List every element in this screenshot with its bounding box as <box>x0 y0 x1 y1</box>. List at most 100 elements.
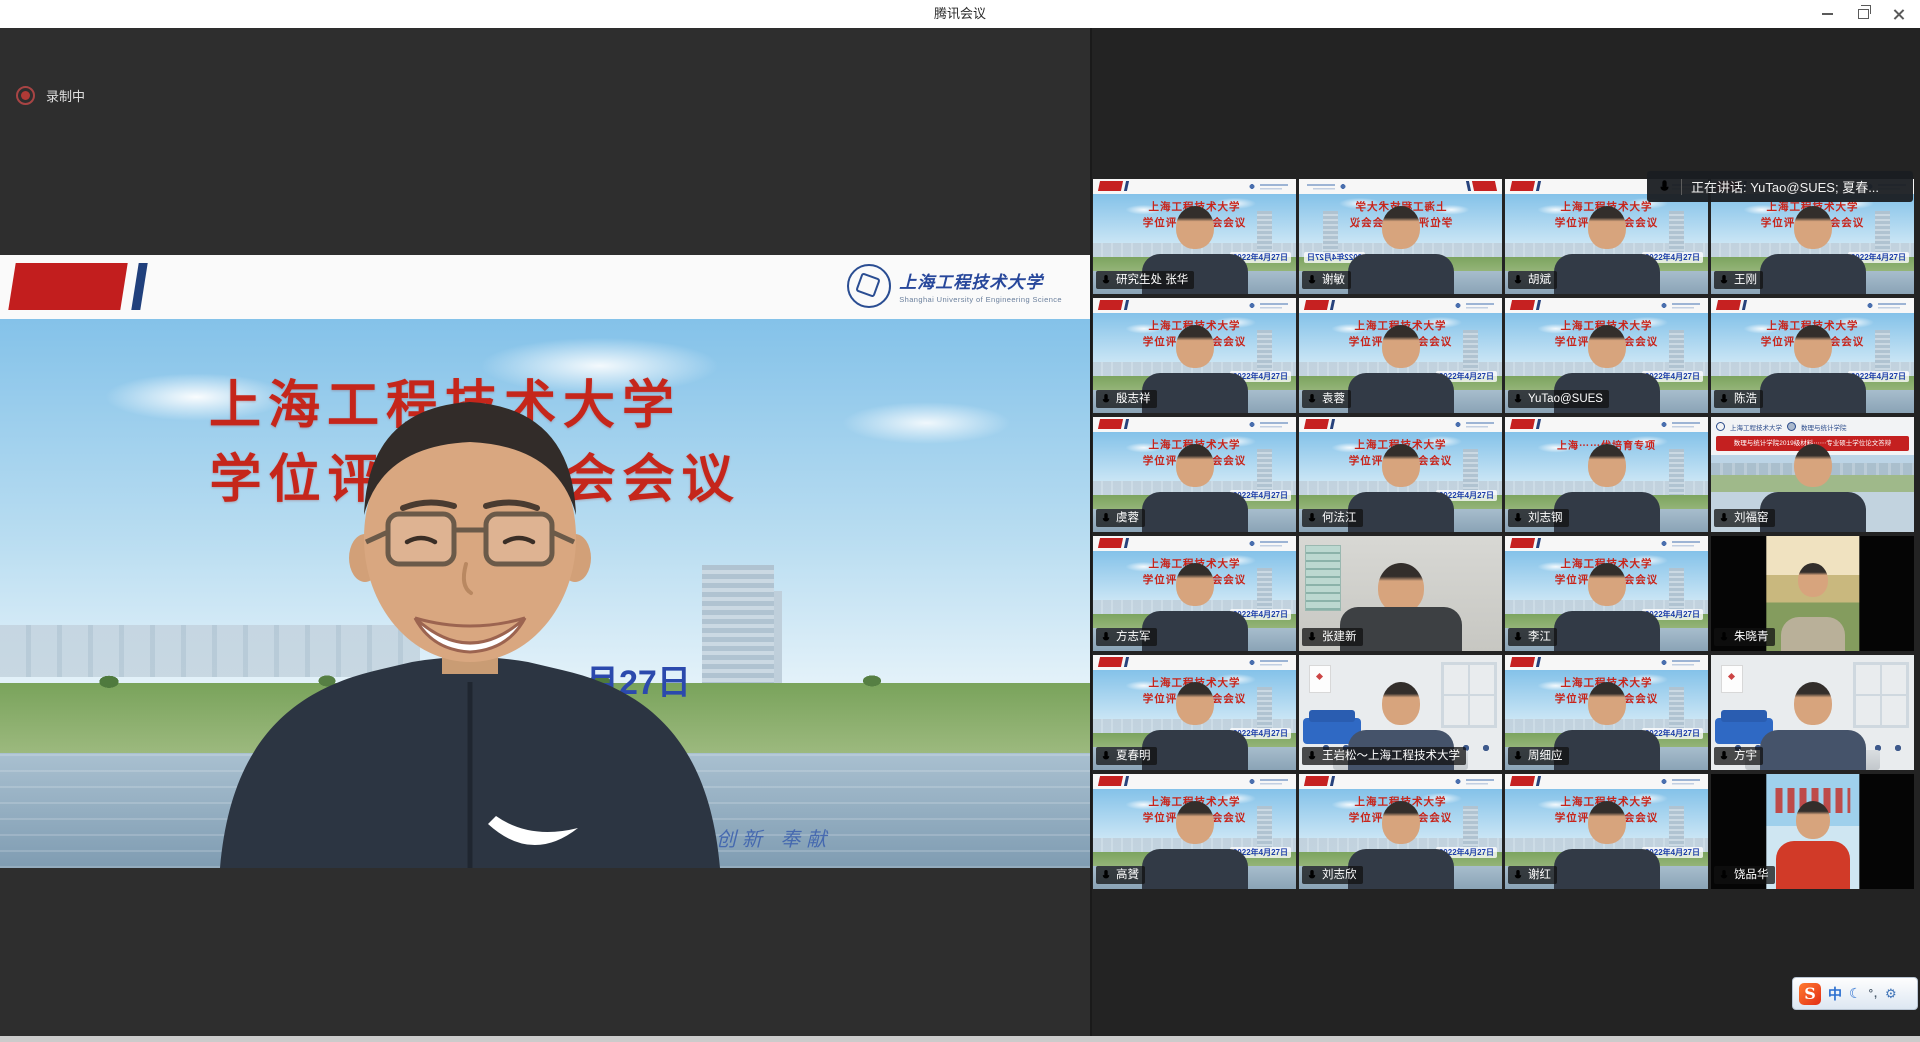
slide-crest-decoration <box>1247 182 1291 191</box>
slide-flag-decoration <box>1098 776 1123 786</box>
recording-dot-icon <box>16 86 35 105</box>
mic-muted-icon <box>1657 179 1672 194</box>
participant-tile[interactable]: 上海工程技术大学 学位评定委员会会议 2022年4月27日 上海工程技术大学数理… <box>1711 417 1914 532</box>
tencent-meeting-window: 腾讯会议 录制中 上海工程技术大学 <box>0 0 1920 1042</box>
recording-indicator[interactable]: 录制中 <box>16 86 85 105</box>
mic-status-icon <box>1718 274 1730 286</box>
participant-tile[interactable]: 上海工程技术大学 学位评定委员会会议 2022年4月27日 上海工程技术大学数理… <box>1711 774 1914 889</box>
participant-nametag: 饶品华 <box>1714 866 1775 884</box>
slide-flag-decoration <box>1510 538 1535 548</box>
participant-nametag: 朱晓青 <box>1714 628 1775 646</box>
participant-tile[interactable]: 上海工程技术大学 学位评定委员会会议 2022年4月27日 上海工程技术大学数理… <box>1711 536 1914 651</box>
participant-nametag: 研究生处 张华 <box>1096 271 1194 289</box>
participant-name: 刘志钢 <box>1528 511 1563 525</box>
main-stage-panel: 录制中 上海工程技术大学 Shanghai University of Engi… <box>0 28 1090 1042</box>
main-video[interactable]: 上海工程技术大学 Shanghai University of Engineer… <box>0 255 1090 868</box>
mic-status-icon <box>1512 631 1524 643</box>
recording-label: 录制中 <box>46 86 85 105</box>
participant-tile[interactable]: 上海工程技术大学 学位评定委员会会议 2022年4月27日 上海工程技术大学数理… <box>1093 655 1296 770</box>
participant-name: 方志军 <box>1116 630 1151 644</box>
participant-tile[interactable]: 上海工程技术大学 学位评定委员会会议 2022年4月27日 上海工程技术大学数理… <box>1505 655 1708 770</box>
slide-flag-decoration <box>1098 538 1123 548</box>
participant-nametag: 王刚 <box>1714 271 1763 289</box>
slide-crest-decoration <box>1247 301 1291 310</box>
slide-crest-decoration <box>1247 658 1291 667</box>
participant-name: 王刚 <box>1734 273 1757 287</box>
slide-flag-decoration <box>1510 300 1535 310</box>
participant-name: 虞蓉 <box>1116 511 1139 525</box>
participant-silhouette <box>1336 206 1466 294</box>
punctuation-icon[interactable]: °, <box>1869 988 1878 1000</box>
participant-nametag: 殷志祥 <box>1096 390 1157 408</box>
participant-tile[interactable]: 上海⋯⋯优培育专项 ⋯题会 2022年4月27日 上海工程技术大学数理与统计学院… <box>1505 417 1708 532</box>
participant-tile[interactable]: 上海工程技术大学 学位评定委员会会议 2022年4月27日 上海工程技术大学数理… <box>1299 536 1502 651</box>
participant-nametag: 胡斌 <box>1508 271 1557 289</box>
participant-tile[interactable]: 上海工程技术大学 学位评定委员会会议 2022年4月27日 上海工程技术大学数理… <box>1093 774 1296 889</box>
sogou-logo-icon[interactable]: S <box>1799 983 1821 1005</box>
participant-tile[interactable]: 上海工程技术大学 学位评定委员会会议 2022年4月27日 上海工程技术大学数理… <box>1299 298 1502 413</box>
participant-silhouette <box>1748 206 1878 294</box>
close-button[interactable] <box>1882 0 1916 28</box>
participant-tile[interactable]: 上海工程技术大学 学位评定委员会会议 2022年4月27日 上海工程技术大学数理… <box>1093 298 1296 413</box>
slide-crest-decoration <box>1453 420 1497 429</box>
input-method-bar: S 中 ☾ °, ⚙ <box>1792 977 1918 1010</box>
participant-name: 张建新 <box>1322 630 1357 644</box>
slide-crest-decoration <box>1453 301 1497 310</box>
participant-tile[interactable]: 上海工程技术大学 学位评定委员会会议 2022年4月27日 上海工程技术大学数理… <box>1505 774 1708 889</box>
participant-nametag: 李江 <box>1508 628 1557 646</box>
mic-status-icon <box>1100 869 1112 881</box>
participant-nametag: 高贇 <box>1096 866 1145 884</box>
participant-tile[interactable]: 上海工程技术大学 学位评定委员会会议 2022年4月27日 上海工程技术大学数理… <box>1505 298 1708 413</box>
slide-crest-decoration <box>1247 420 1291 429</box>
participant-tile[interactable]: 上海工程技术大学 学位评定委员会会议 2022年4月27日 上海工程技术大学数理… <box>1093 179 1296 294</box>
participant-name: 王岩松～上海工程技术大学 <box>1322 749 1460 763</box>
chinese-mode-icon[interactable]: 中 <box>1828 984 1842 1004</box>
participant-nametag: 袁蓉 <box>1302 390 1351 408</box>
participant-tile[interactable]: 上海工程技术大学 学位评定委员会会议 2022年4月27日 上海工程技术大学数理… <box>1299 417 1502 532</box>
slide-flag-decoration <box>1472 181 1497 191</box>
slide-flag-decoration <box>1098 181 1123 191</box>
participant-tile[interactable]: 上海工程技术大学 学位评定委员会会议 2022年4月27日 上海工程技术大学数理… <box>1711 298 1914 413</box>
slide-crest-decoration <box>1247 539 1291 548</box>
participant-silhouette <box>1748 325 1878 413</box>
slide-crest-decoration <box>1659 777 1703 786</box>
participant-name: YuTao@SUES <box>1528 392 1603 406</box>
mic-status-icon <box>1306 750 1318 762</box>
mic-status-icon <box>1718 512 1730 524</box>
slide-crest-decoration <box>1247 777 1291 786</box>
participant-name: 高贇 <box>1116 868 1139 882</box>
mic-status-icon <box>1100 631 1112 643</box>
slide-crest-decoration <box>1659 658 1703 667</box>
fullwidth-moon-icon[interactable]: ☾ <box>1849 985 1862 1002</box>
participant-silhouette <box>1542 563 1672 651</box>
participant-nametag: 王岩松～上海工程技术大学 <box>1302 747 1466 765</box>
participant-nametag: 方志军 <box>1096 628 1157 646</box>
window-title: 腾讯会议 <box>0 0 1920 28</box>
minimize-button[interactable] <box>1810 0 1844 28</box>
participant-tile[interactable]: 上海工程技术大学 学位评定委员会会议 2022年4月27日 上海工程技术大学数理… <box>1505 536 1708 651</box>
participant-tile[interactable]: 上海工程技术大学 学位评定委员会会议 2022年4月27日 上海工程技术大学数理… <box>1093 417 1296 532</box>
titlebar: 腾讯会议 <box>0 0 1920 29</box>
participant-tile[interactable]: 上海工程技术大学 学位评定委员会会议 2022年4月27日 上海工程技术大学数理… <box>1711 655 1914 770</box>
restore-button[interactable] <box>1846 0 1880 28</box>
participant-silhouette <box>1748 682 1878 770</box>
university-logo: 上海工程技术大学 Shanghai University of Engineer… <box>847 264 1062 308</box>
participant-nametag: 周细应 <box>1508 747 1569 765</box>
wrench-icon[interactable]: ⚙ <box>1885 986 1897 1002</box>
participant-name: 何法江 <box>1322 511 1357 525</box>
participant-name: 周细应 <box>1528 749 1563 763</box>
participant-tile[interactable]: 上海工程技术大学 学位评定委员会会议 2022年4月27日 上海工程技术大学数理… <box>1299 179 1502 294</box>
participant-nametag: YuTao@SUES <box>1508 390 1609 408</box>
mic-status-icon <box>1306 512 1318 524</box>
slide-crest-decoration <box>1659 301 1703 310</box>
bottom-edge-strip <box>0 1036 1920 1042</box>
participant-nametag: 夏春明 <box>1096 747 1157 765</box>
participant-name: 夏春明 <box>1116 749 1151 763</box>
participant-tile[interactable]: 上海工程技术大学 学位评定委员会会议 2022年4月27日 上海工程技术大学数理… <box>1299 655 1502 770</box>
participant-tile[interactable]: 上海工程技术大学 学位评定委员会会议 2022年4月27日 上海工程技术大学数理… <box>1093 536 1296 651</box>
mic-status-icon <box>1306 631 1318 643</box>
slide-crest-decoration <box>1453 777 1497 786</box>
participant-nametag: 方宇 <box>1714 747 1763 765</box>
participant-name: 谢红 <box>1528 868 1551 882</box>
participant-tile[interactable]: 上海工程技术大学 学位评定委员会会议 2022年4月27日 上海工程技术大学数理… <box>1299 774 1502 889</box>
